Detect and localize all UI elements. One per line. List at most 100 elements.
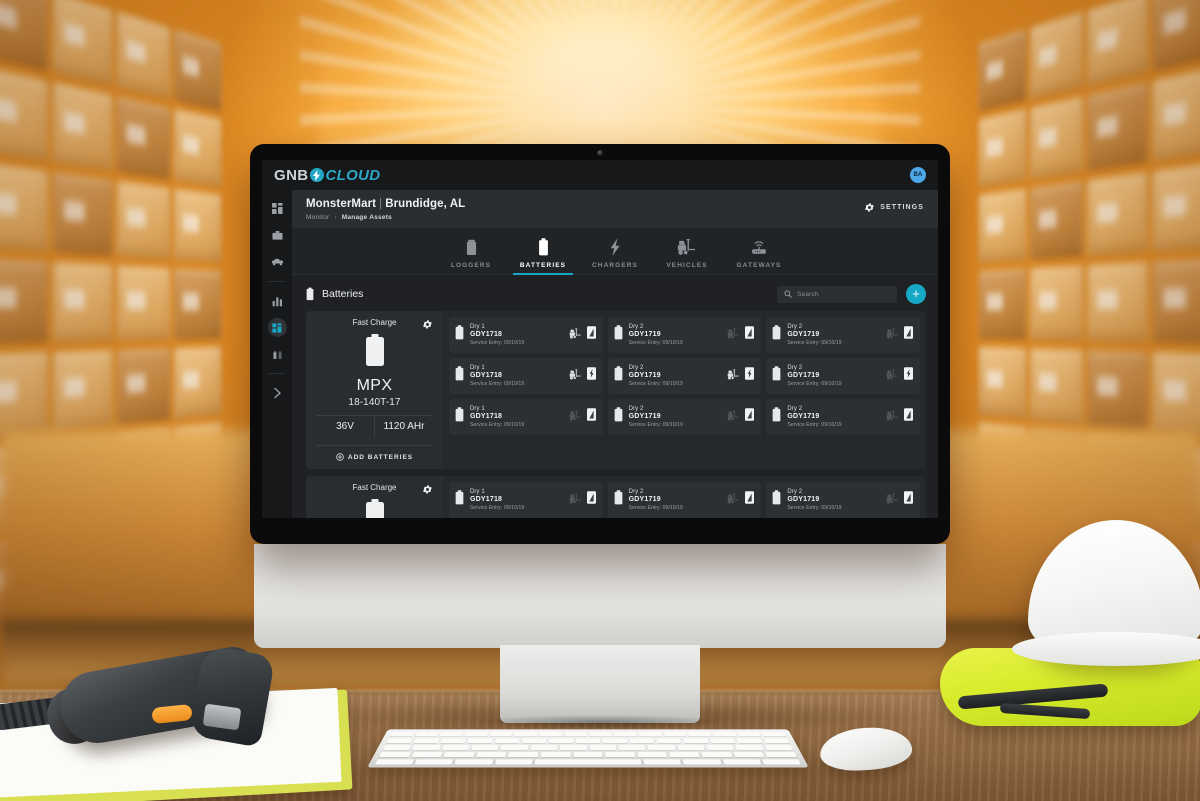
battery-serial: GDY1718 xyxy=(470,331,503,338)
add-battery-button[interactable]: + xyxy=(906,284,926,304)
battery-service-entry: Service Entry: 09/10/19 xyxy=(470,340,525,346)
search-icon xyxy=(784,290,792,298)
battery-voltage: 36V xyxy=(336,421,354,432)
forklift-icon xyxy=(569,326,582,344)
sidebar-item-dashboard[interactable] xyxy=(266,198,288,218)
battery-bolt-icon xyxy=(745,367,755,385)
battery-capacity: 1120 AHr xyxy=(374,416,433,438)
forklift-icon xyxy=(727,367,740,385)
tab-batteries-label: BATTERIES xyxy=(519,262,567,269)
battery-card-status-icons xyxy=(569,367,596,385)
forklift-icon xyxy=(569,491,582,509)
battery-level-icon xyxy=(586,408,596,426)
battery-serial: GDY1718 xyxy=(470,413,503,420)
battery-location: Dry 2 xyxy=(628,324,644,330)
app-logo[interactable]: GNB CLOUD xyxy=(274,167,380,184)
page-header: MonsterMart | Brundidge, AL Monitor › Mana… xyxy=(292,190,938,228)
battery-icon xyxy=(772,407,781,427)
battery-location: Dry 2 xyxy=(628,406,644,412)
battery-icon xyxy=(614,490,623,510)
forklift-icon xyxy=(886,491,899,509)
monitor-stand-foot xyxy=(474,645,726,729)
battery-serial: GDY1718 xyxy=(470,372,503,379)
forklift-icon xyxy=(886,367,899,385)
battery-card-text: Dry 1 GDY1718 Service Entry: 09/10/19 xyxy=(470,365,563,387)
battery-icon xyxy=(614,366,623,386)
tab-gateways[interactable]: GATEWAYS xyxy=(723,237,795,274)
battery-service-entry: Service Entry: 09/10/19 xyxy=(628,505,683,511)
settings-button[interactable]: SETTINGS xyxy=(864,202,924,213)
search-input[interactable]: Search xyxy=(777,285,897,303)
forklift-icon xyxy=(727,491,740,509)
hard-hat-rib xyxy=(1100,525,1118,637)
group-header: Fast Charge xyxy=(316,483,433,494)
battery-card[interactable]: Dry 2 GDY1719 Service Entry: 09/10/19 xyxy=(766,399,920,435)
battery-serial: GDY1719 xyxy=(628,413,661,420)
battery-card-status-icons xyxy=(886,491,913,509)
battery-icon xyxy=(538,237,549,256)
breadcrumb-monitor[interactable]: Monitor xyxy=(306,214,329,221)
battery-card-status-icons xyxy=(886,367,913,385)
battery-model: MPX xyxy=(356,377,393,394)
gear-icon xyxy=(864,202,875,213)
battery-location: Dry 2 xyxy=(628,365,644,371)
battery-bolt-icon xyxy=(904,367,913,385)
bolt-icon xyxy=(609,237,621,256)
battery-level-icon xyxy=(745,491,755,509)
battery-groups-scroll[interactable]: Fast Charge MPX 18-140T-17 36V 1120 AHr … xyxy=(292,311,938,518)
battery-location: Dry 1 xyxy=(470,489,485,495)
sidebar-item-business[interactable] xyxy=(266,225,288,245)
lightning-bolt-logo-icon xyxy=(309,168,324,182)
battery-card[interactable]: Dry 1 GDY1718 Service Entry: 09/10/19 xyxy=(449,482,603,518)
battery-card[interactable]: Dry 2 GDY1719 Service Entry: 09/10/19 xyxy=(607,482,762,518)
battery-serial: GDY1719 xyxy=(787,331,820,338)
battery-icon xyxy=(614,407,623,427)
sidebar-item-vehicles[interactable] xyxy=(266,252,288,272)
account-name: MonsterMart xyxy=(306,198,377,210)
gear-icon[interactable] xyxy=(422,482,433,500)
sidebar-divider-2 xyxy=(269,373,285,374)
sidebar-item-manage-assets[interactable] xyxy=(267,318,287,337)
gateway-icon xyxy=(750,237,768,256)
battery-card-text: Dry 2 GDY1719 Service Entry: 09/10/19 xyxy=(787,324,880,346)
battery-icon xyxy=(772,366,781,386)
battery-card-text: Dry 1 GDY1718 Service Entry: 09/10/19 xyxy=(470,406,563,428)
battery-location: Dry 1 xyxy=(470,406,485,412)
battery-card[interactable]: Dry 2 GDY1719 Service Entry: 09/10/19 xyxy=(766,317,920,353)
battery-card[interactable]: Dry 2 GDY1719 Service Entry: 09/10/19 xyxy=(607,399,762,435)
breadcrumb-manage-assets[interactable]: Manage Assets xyxy=(342,214,392,221)
battery-icon xyxy=(364,499,386,518)
gear-icon[interactable] xyxy=(422,317,433,335)
battery-location: Dry 2 xyxy=(787,489,803,495)
tab-loggers[interactable]: LOGGERS xyxy=(435,237,507,274)
battery-icon xyxy=(614,325,623,345)
asset-tabs: LOGGERS BATTERIES CHARGERS VEHICLES GATE… xyxy=(292,228,938,275)
battery-card[interactable]: Dry 2 GDY1719 Service Entry: 09/10/19 xyxy=(766,358,920,394)
add-batteries-button[interactable]: ADD BATTERIES xyxy=(336,446,413,461)
breadcrumb-chevron-icon: › xyxy=(334,214,337,221)
battery-card-text: Dry 2 GDY1719 Service Entry: 09/10/19 xyxy=(629,406,722,428)
battery-group: Fast Charge Dry 1 GDY1718 Service Entry:… xyxy=(306,476,926,518)
battery-card[interactable]: Dry 2 GDY1719 Service Entry: 09/10/19 xyxy=(607,358,762,394)
avatar[interactable]: BA xyxy=(910,167,926,183)
battery-card[interactable]: Dry 2 GDY1719 Service Entry: 09/10/19 xyxy=(607,317,762,353)
logo-text-cloud: CLOUD xyxy=(325,166,381,184)
main-content: MonsterMart | Brundidge, AL Monitor › Mana… xyxy=(292,190,938,518)
tab-vehicles[interactable]: VEHICLES xyxy=(651,237,723,274)
battery-part-number: 18-140T-17 xyxy=(348,397,401,408)
battery-card[interactable]: Dry 1 GDY1718 Service Entry: 09/10/19 xyxy=(449,317,603,353)
battery-card-text: Dry 2 GDY1719 Service Entry: 09/10/19 xyxy=(629,489,722,511)
sidebar-divider xyxy=(269,281,285,282)
battery-card[interactable]: Dry 2 GDY1719 Service Entry: 09/10/19 xyxy=(766,482,920,518)
battery-location: Dry 2 xyxy=(787,406,803,412)
tab-chargers[interactable]: CHARGERS xyxy=(579,237,651,274)
battery-serial: GDY1719 xyxy=(787,372,820,379)
battery-serial: GDY1719 xyxy=(787,496,820,503)
monitor-bezel: GNB CLOUD BA MonsterMart | Brundidge, AL… xyxy=(250,144,950,544)
tab-batteries[interactable]: BATTERIES xyxy=(507,237,579,275)
battery-card[interactable]: Dry 1 GDY1718 Service Entry: 09/10/19 xyxy=(449,399,603,435)
sidebar-item-analytics[interactable] xyxy=(266,291,288,311)
sidebar-item-batteries[interactable] xyxy=(266,344,288,364)
battery-card[interactable]: Dry 1 GDY1718 Service Entry: 09/10/19 xyxy=(449,358,603,394)
sidebar-expand-chevron-right-icon[interactable] xyxy=(266,383,288,403)
